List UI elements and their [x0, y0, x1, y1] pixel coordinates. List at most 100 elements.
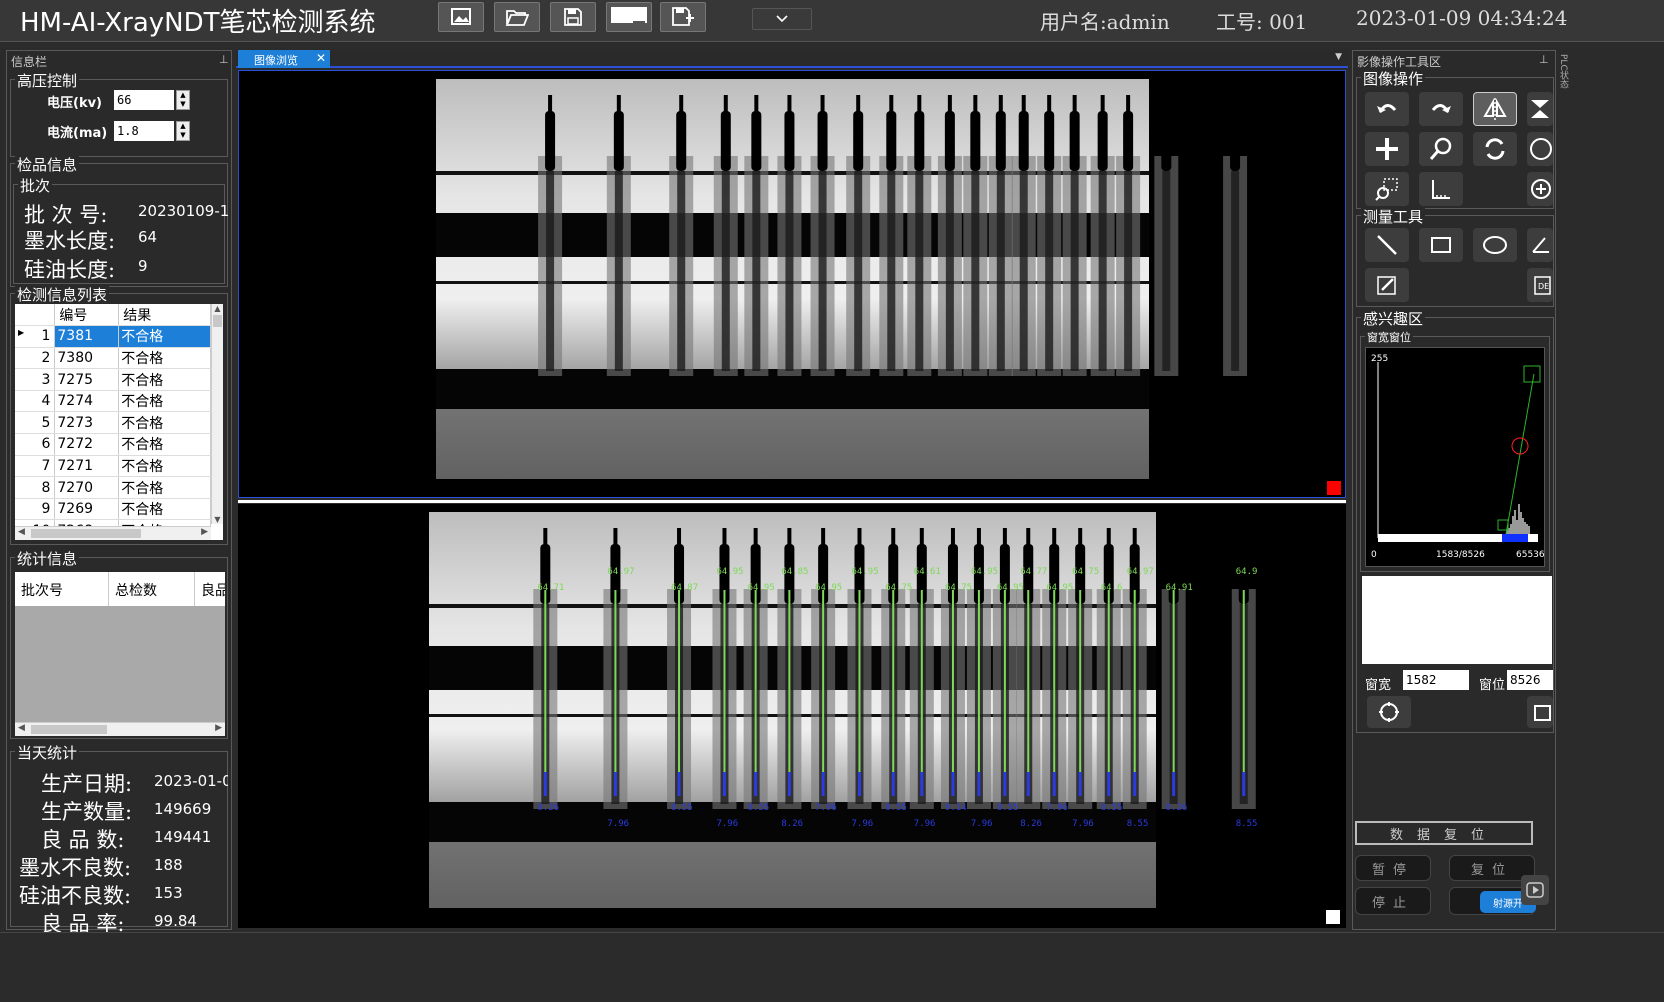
save-all-button[interactable] — [606, 2, 652, 32]
ellipse-tool-button[interactable] — [1473, 228, 1517, 262]
lower-shade — [429, 842, 1156, 908]
oil-bad-label: 硅油不良数: — [19, 884, 132, 908]
reset-window-button[interactable] — [1367, 696, 1411, 728]
oil-measure-label: 9.14 — [945, 803, 967, 813]
voltage-input[interactable]: 66 — [114, 90, 174, 110]
table-row[interactable]: 8 7270 不合格 — [15, 476, 211, 499]
table-row[interactable]: 3 7275 不合格 — [15, 368, 211, 391]
pen-tip — [1123, 111, 1134, 171]
table-row[interactable]: 5 7273 不合格 — [15, 411, 211, 435]
row-index-text: 7 — [41, 457, 51, 474]
annotate-tool-button[interactable] — [1365, 268, 1409, 302]
user-name: 用户名:admin — [1040, 10, 1170, 34]
window-width-input[interactable]: 1582 — [1403, 670, 1469, 690]
zoom-region-icon — [1375, 178, 1398, 201]
vertical-scrollbar[interactable]: ▲ ▼ — [211, 304, 223, 524]
oil-measure-label: 7.96 — [914, 819, 936, 829]
voltage-stepper[interactable]: ▲ ▼ — [176, 90, 190, 110]
ink-measure-label: 64.95 — [815, 583, 842, 593]
save-as-button[interactable] — [660, 2, 706, 32]
contrast-button[interactable] — [1527, 132, 1553, 166]
ink-column — [677, 171, 686, 371]
play-button[interactable] — [1521, 875, 1549, 905]
open-image-button[interactable] — [438, 2, 484, 32]
oil-measure-label: 8.55 — [1236, 819, 1258, 829]
stats-horizontal-scrollbar[interactable]: ◀ ▶ — [15, 722, 225, 736]
ruler-button[interactable] — [1419, 172, 1463, 206]
pan-button[interactable] — [1365, 132, 1409, 166]
table-row[interactable]: 6 7272 不合格 — [15, 433, 211, 456]
rect-tool-button[interactable] — [1419, 228, 1463, 262]
flip-vertical-button[interactable] — [1527, 92, 1553, 126]
pen-nib — [1002, 528, 1007, 548]
horizontal-scrollbar[interactable]: ◀ ▶ — [15, 526, 211, 540]
table-row[interactable]: 2 7380 不合格 — [15, 347, 211, 370]
reset-data-button[interactable]: 数据复位 — [1355, 821, 1533, 845]
pause-button[interactable]: 暂停 — [1355, 855, 1431, 881]
table-row[interactable]: ▶ 1 7381 不合格 — [15, 325, 211, 348]
flip-horizontal-button[interactable] — [1473, 92, 1517, 126]
play-icon — [1526, 882, 1544, 898]
save-all-icon — [611, 7, 647, 28]
rotate-left-button[interactable] — [1365, 92, 1409, 126]
window-level-input[interactable]: 8526 — [1507, 670, 1553, 690]
pen-nib — [917, 95, 922, 115]
pen-tip — [1044, 111, 1055, 171]
pen-tip — [784, 111, 795, 171]
row-index-text: 9 — [41, 501, 51, 518]
zoom-button[interactable] — [1419, 132, 1463, 166]
view-divider[interactable] — [238, 500, 1346, 503]
pen-tip — [613, 111, 624, 171]
open-folder-button[interactable] — [494, 2, 540, 32]
hist-bin — [1526, 524, 1528, 534]
add-button[interactable] — [1527, 172, 1553, 206]
batch-title: 批次 — [18, 175, 53, 196]
title-bar: HM-AI-XrayNDT笔芯检测系统 用户名:admin 工号: 001 20… — [0, 0, 1664, 42]
refresh-button[interactable] — [1473, 132, 1517, 166]
pen-nib — [1106, 528, 1111, 548]
table-row[interactable]: 7 7271 不合格 — [15, 455, 211, 478]
pen-nib — [754, 95, 759, 115]
oil-measure-label: 8.55 — [671, 803, 693, 813]
col-result: 结果 — [118, 304, 211, 327]
row-index-text: 2 — [41, 349, 51, 366]
table-row[interactable]: 4 7274 不合格 — [15, 390, 211, 413]
hist-bin — [1510, 524, 1512, 534]
pen-nib — [1126, 95, 1131, 115]
image-view-bottom[interactable]: 64.71 8.26 64.97 7.96 64.87 8.55 64.95 7.96 64.9… — [238, 504, 1346, 928]
measure-tools-group: 测量工具 DE — [1356, 206, 1554, 307]
save-button[interactable] — [550, 2, 596, 32]
reset-label: 复位 — [1470, 862, 1513, 878]
line-tool-button[interactable] — [1365, 228, 1409, 262]
pen-tip — [1069, 111, 1080, 171]
stop-button[interactable]: 停止 — [1355, 887, 1431, 915]
row-index: 3 — [15, 368, 56, 391]
zoom-region-button[interactable] — [1365, 172, 1409, 206]
table-row[interactable]: 9 7269 不合格 — [15, 498, 211, 521]
more-dropdown-button[interactable] — [752, 8, 812, 30]
pen-tip — [1097, 111, 1108, 171]
tab-menu-icon[interactable]: ▼ — [1335, 52, 1342, 62]
hist-bin — [1524, 522, 1526, 534]
ink-column — [1070, 171, 1079, 371]
pin-icon[interactable]: ⊥ — [219, 53, 229, 66]
pen-tip — [914, 111, 925, 171]
pen-nib — [1233, 95, 1238, 115]
tab-image-browse[interactable]: 图像浏览 ✕ — [238, 50, 330, 68]
pen-nib — [891, 528, 896, 548]
pin-icon-right[interactable]: ⊥ — [1539, 53, 1549, 66]
rotate-right-button[interactable] — [1419, 92, 1463, 126]
export-button[interactable] — [1527, 696, 1553, 728]
ink-bad-value: 188 — [154, 856, 183, 874]
plc-status-tab[interactable]: PLC状态 — [1558, 54, 1570, 89]
close-icon[interactable]: ✕ — [316, 51, 326, 65]
col-number: 编号 — [54, 304, 120, 327]
current-stepper[interactable]: ▲ ▼ — [176, 121, 190, 141]
histogram-panel[interactable]: 255 0 1583/8526 65536 — [1365, 347, 1545, 567]
app-title: HM-AI-XrayNDT笔芯检测系统 — [20, 8, 376, 38]
current-input[interactable]: 1.8 — [114, 121, 174, 141]
refresh-icon — [1485, 138, 1505, 160]
image-view-top[interactable] — [238, 70, 1346, 498]
angle-tool-button[interactable] — [1527, 228, 1553, 262]
delete-tool-button[interactable]: DE — [1527, 268, 1553, 302]
